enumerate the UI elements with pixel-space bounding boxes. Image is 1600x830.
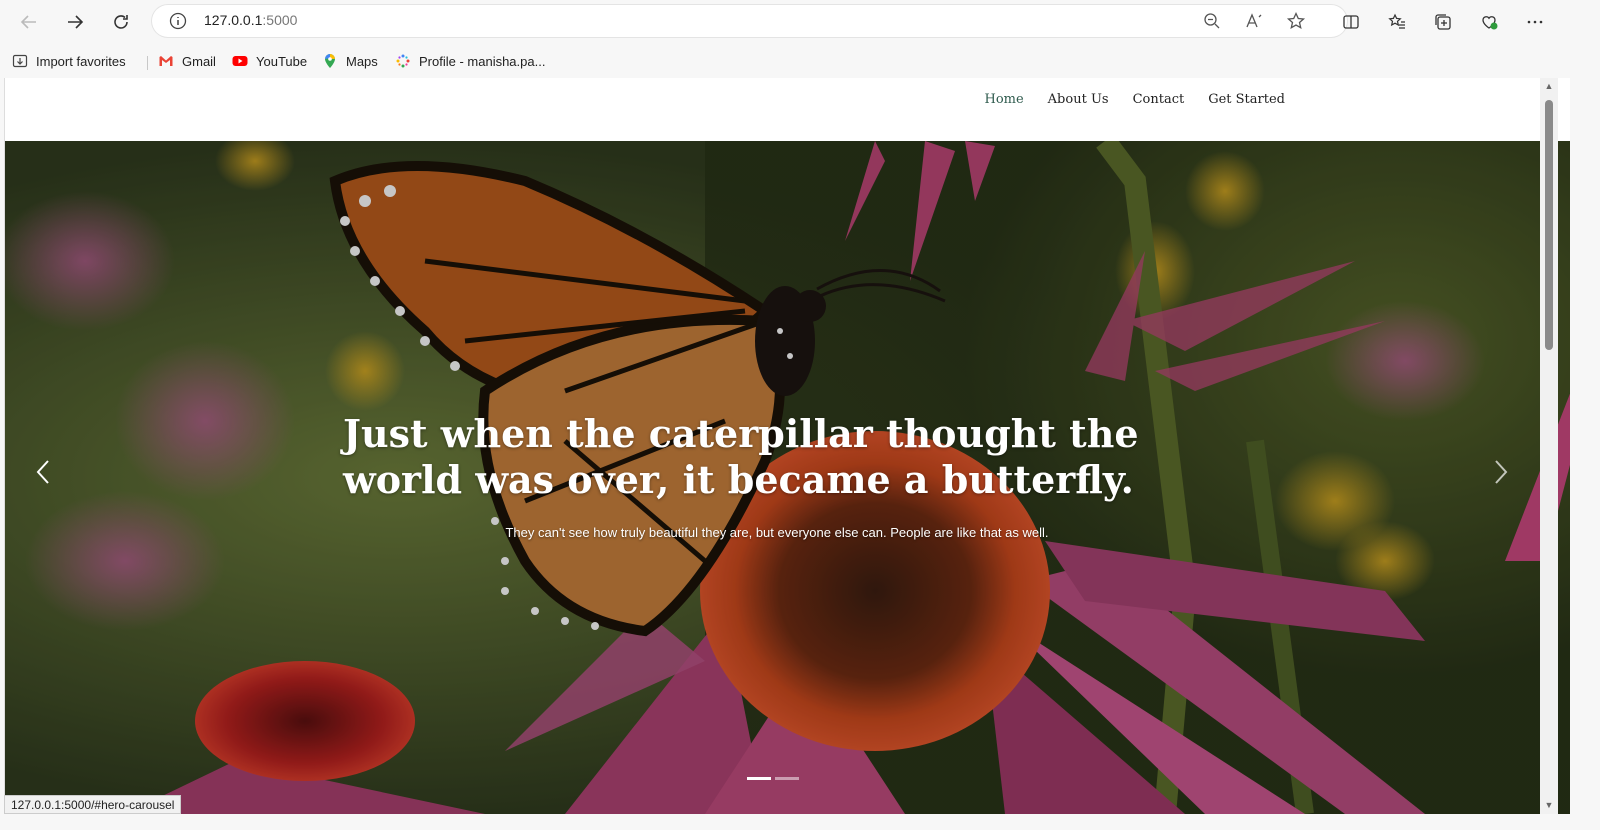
- chevron-left-icon: [36, 460, 49, 484]
- import-icon: [12, 54, 28, 68]
- collections-button[interactable]: [1428, 7, 1458, 37]
- split-screen-button[interactable]: [1336, 7, 1366, 37]
- favorite-label: Profile - manisha.pa...: [419, 53, 546, 69]
- youtube-icon: [232, 56, 248, 66]
- nav-contact[interactable]: Contact: [1133, 92, 1185, 107]
- collections-icon: [1435, 14, 1451, 30]
- favorite-youtube[interactable]: YouTube: [232, 51, 307, 71]
- favorites-bar: Import favorites Gmail YouTube Maps Prof…: [0, 44, 1600, 78]
- page-scrollbar[interactable]: ▲ ▼: [1540, 78, 1558, 814]
- nav-get-started[interactable]: Get Started: [1208, 92, 1285, 107]
- favorite-label: YouTube: [256, 53, 308, 69]
- info-icon[interactable]: [168, 11, 188, 31]
- more-options-button[interactable]: [1520, 7, 1550, 37]
- status-bar-url: 127.0.0.1:5000/#hero-carousel: [4, 795, 182, 814]
- arrow-left-icon: [20, 15, 36, 29]
- favorite-gmail[interactable]: Gmail: [158, 51, 216, 71]
- hero-title: Just when the caterpillar thought the wo…: [343, 411, 1139, 502]
- site-header: Home About Us Contact Get Started: [5, 78, 1570, 141]
- url-port: :5000: [262, 12, 298, 28]
- scrollbar-thumb[interactable]: [1545, 100, 1553, 350]
- refresh-icon: [114, 15, 128, 29]
- back-button[interactable]: [14, 7, 44, 37]
- favorite-label: Maps: [346, 53, 378, 69]
- scroll-down-arrow-icon[interactable]: ▼: [1544, 800, 1554, 810]
- address-bar[interactable]: 127.0.0.1:5000: [152, 5, 1347, 37]
- url-host: 127.0.0.1: [204, 12, 263, 28]
- heart-pulse-icon: [1482, 16, 1498, 30]
- chevron-right-icon: [1495, 460, 1508, 484]
- profile-icon: [396, 54, 410, 68]
- main-nav: Home About Us Contact Get Started: [984, 92, 1285, 107]
- favorite-import[interactable]: Import favorites: [12, 51, 126, 71]
- hero-subtitle-text: They can't see how truly beautiful they …: [505, 525, 1049, 540]
- page-viewport: Home About Us Contact Get Started Just w…: [4, 78, 1570, 814]
- carousel-prev-button[interactable]: [29, 454, 57, 490]
- hero-subtitle: They can't see how truly beautiful they …: [5, 525, 1551, 540]
- read-aloud-icon[interactable]: [1244, 11, 1264, 31]
- refresh-button[interactable]: [106, 7, 136, 37]
- favorite-profile[interactable]: Profile - manisha.pa...: [395, 51, 545, 71]
- forward-button[interactable]: [60, 7, 90, 37]
- star-icon[interactable]: [1286, 11, 1306, 31]
- maps-icon: [325, 54, 335, 68]
- favorites-list-icon: [1388, 13, 1405, 29]
- hero-carousel: Just when the caterpillar thought the wo…: [5, 141, 1570, 814]
- gmail-icon: [159, 56, 173, 66]
- browser-toolbar: 127.0.0.1:5000: [0, 0, 1600, 44]
- carousel-indicators: [747, 777, 799, 780]
- browser-essentials-button[interactable]: [1474, 7, 1504, 37]
- favorite-maps[interactable]: Maps: [322, 51, 378, 71]
- arrow-right-icon: [68, 15, 84, 29]
- carousel-indicator-1[interactable]: [747, 777, 771, 780]
- url-text[interactable]: 127.0.0.1:5000: [204, 12, 297, 28]
- scroll-up-arrow-icon[interactable]: ▲: [1544, 81, 1554, 91]
- zoom-out-icon[interactable]: [1202, 11, 1222, 31]
- nav-about-us[interactable]: About Us: [1048, 92, 1109, 107]
- carousel-indicator-2[interactable]: [775, 777, 799, 780]
- nav-home[interactable]: Home: [984, 92, 1023, 107]
- favorites-divider: [147, 56, 148, 70]
- favorite-label: Gmail: [182, 53, 216, 69]
- favorites-button[interactable]: [1382, 7, 1412, 37]
- favorite-label: Import favorites: [36, 53, 126, 69]
- more-dots-icon: [1527, 20, 1543, 24]
- split-screen-icon: [1343, 15, 1359, 29]
- carousel-next-button[interactable]: [1487, 454, 1515, 490]
